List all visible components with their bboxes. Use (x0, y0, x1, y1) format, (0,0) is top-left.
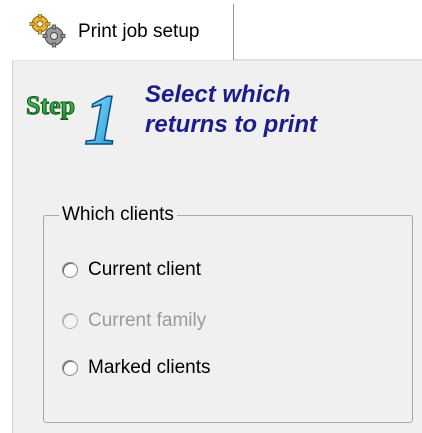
step-badge-number: 1 (84, 80, 120, 148)
tab-print-job-setup[interactable]: Print job setup (12, 4, 234, 60)
radio-label-marked-clients: Marked clients (88, 357, 211, 378)
radio-current-client[interactable]: Current client (62, 259, 201, 281)
step-badge-text: Step (26, 91, 75, 120)
radio-marked-clients[interactable]: Marked clients (62, 357, 211, 379)
which-clients-legend: Which clients (59, 204, 177, 226)
print-job-setup-window: Print job setup Step 1 Select which retu… (0, 0, 422, 433)
step-title-line-2: returns to print (145, 111, 317, 138)
step-title-line-1: Select which (145, 81, 291, 108)
radio-current-family: Current family (62, 310, 206, 332)
radio-button-circle (62, 313, 78, 329)
step-title: Select which returns to print (145, 80, 317, 140)
tab-label: Print job setup (78, 21, 200, 42)
radio-label-current-family: Current family (88, 310, 207, 331)
radio-button-circle[interactable] (62, 262, 78, 278)
tab-strip-divider (234, 59, 422, 60)
radio-label-current-client: Current client (88, 259, 201, 280)
radio-button-circle[interactable] (62, 360, 78, 376)
step-one-badge: Step 1 (26, 79, 121, 148)
gears-icon (29, 14, 66, 48)
